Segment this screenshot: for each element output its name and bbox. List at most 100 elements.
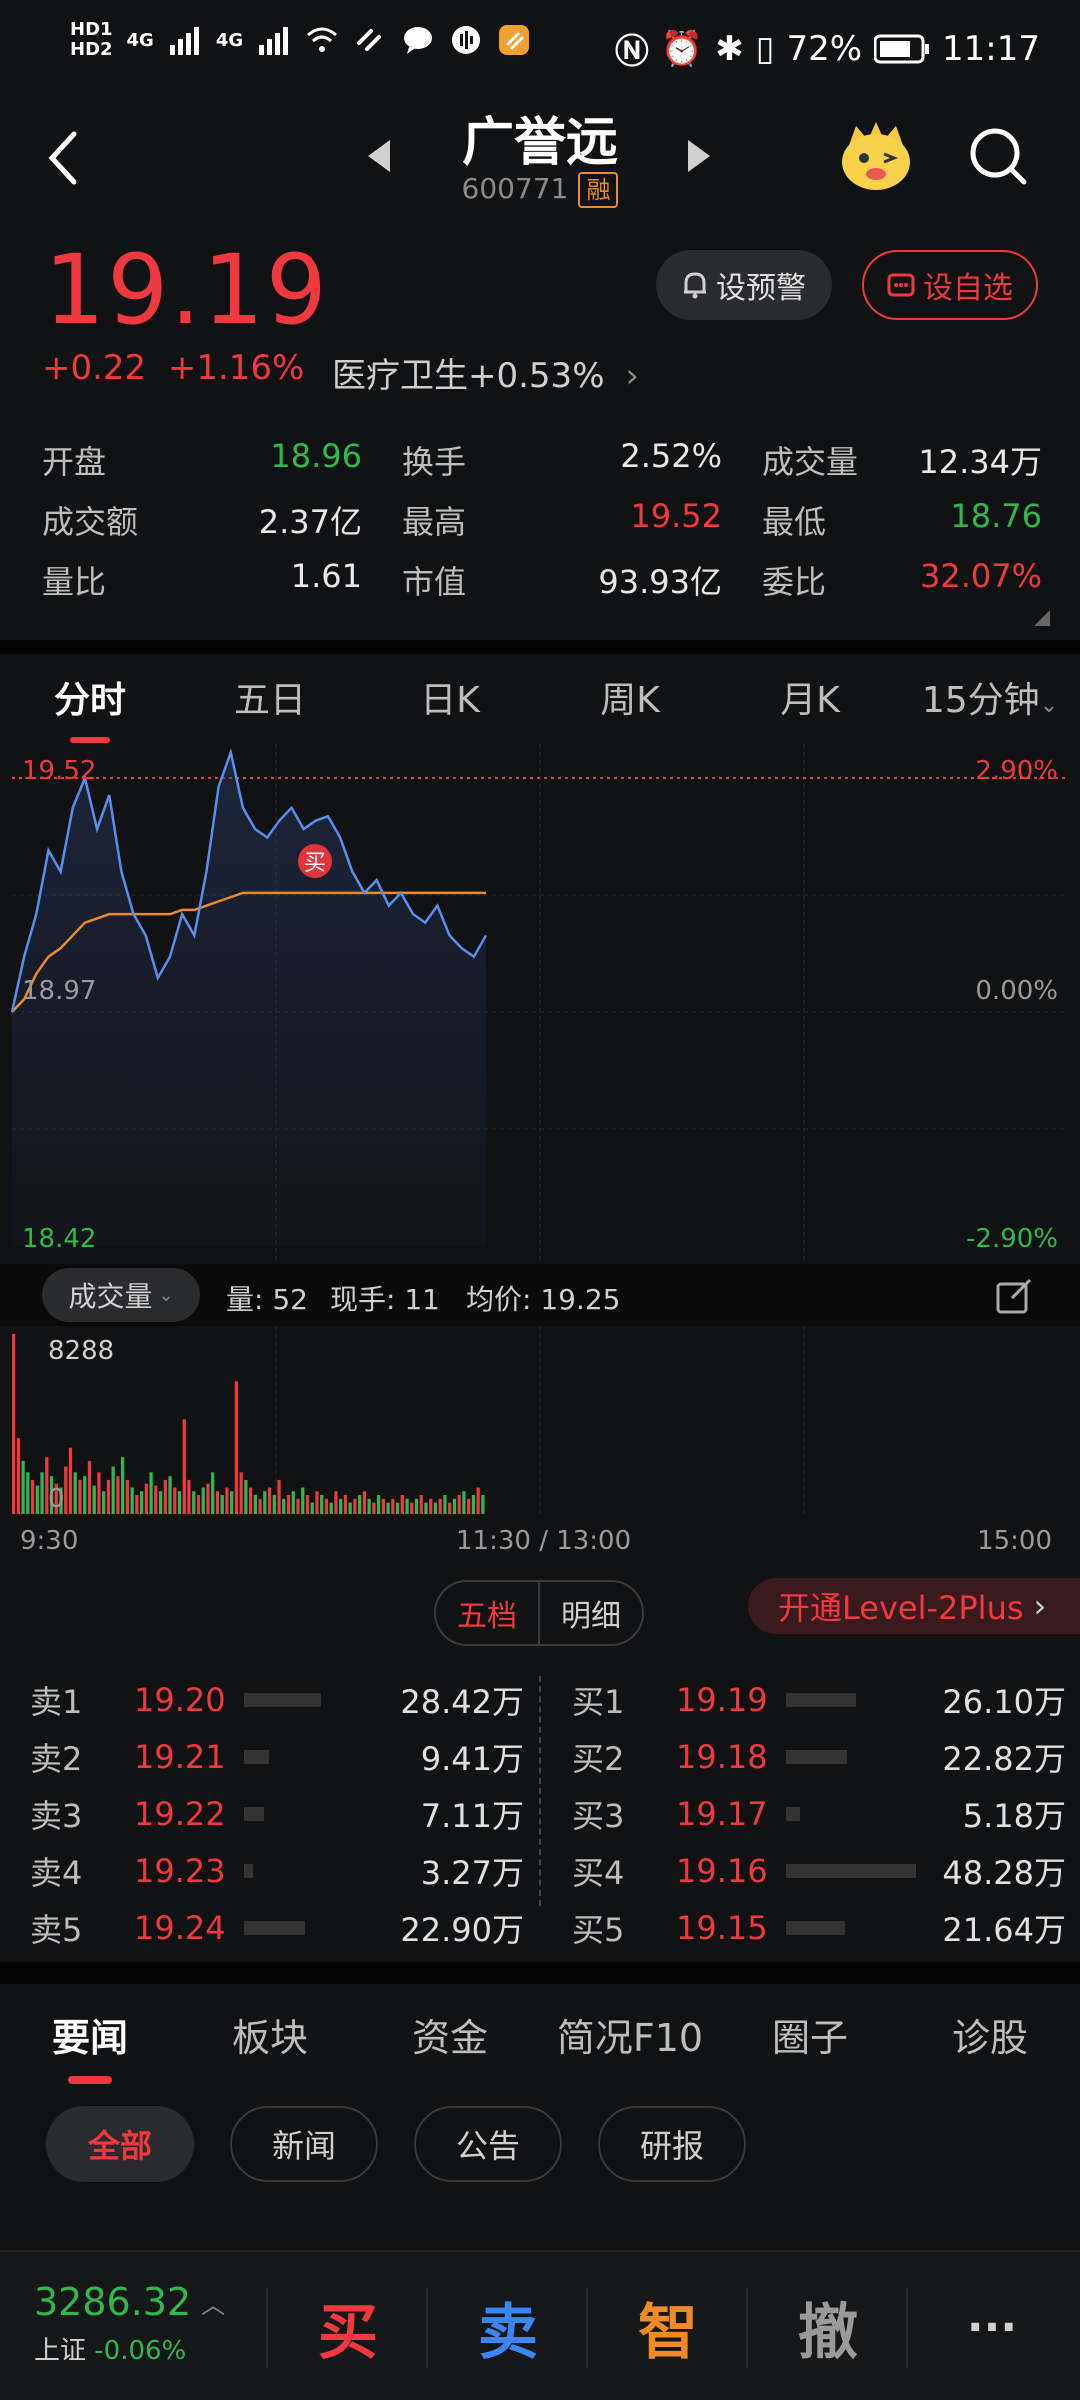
tab-5[interactable]: 15分钟⌄ (900, 671, 1080, 723)
indicator-selector[interactable]: 成交量 ⌄ (42, 1268, 200, 1322)
news-tab-5[interactable]: 诊股 (900, 2007, 1080, 2062)
sell-level-row[interactable]: 卖1 19.20 28.42万 (30, 1672, 530, 1728)
buy-level-row[interactable]: 买2 19.18 22.82万 (572, 1729, 1072, 1785)
volume-bar (457, 1495, 461, 1514)
buy-level-row[interactable]: 买3 19.17 5.18万 (572, 1786, 1072, 1842)
add-watchlist-button[interactable]: 设自选 (862, 250, 1038, 320)
volume-bar (367, 1498, 371, 1514)
price-high-label: 19.52 (22, 756, 97, 786)
sell-level-row[interactable]: 卖4 19.23 3.27万 (30, 1843, 530, 1899)
volume-bar (87, 1460, 92, 1514)
smart-button-label: 智 (638, 2297, 698, 2368)
orderbook-center-divider (539, 1676, 541, 1906)
stat-row: 开盘 18.96 换手 2.52% 成交量 12.34万 (42, 430, 1042, 490)
volume-bar (471, 1495, 476, 1514)
volume-bar (187, 1479, 191, 1514)
volume-toolbar: 成交量 ⌄ 量: 52 现手: 11 均价: 19.25 (0, 1264, 1080, 1326)
level-volume-bar (244, 1864, 253, 1878)
stock-name: 广誉远 (461, 113, 618, 173)
search-icon[interactable] (968, 126, 1028, 186)
volume-bar (329, 1502, 333, 1514)
volume-bar (30, 1479, 35, 1514)
buy-level-row[interactable]: 买5 19.15 21.64万 (572, 1900, 1072, 1956)
news-filter-chip-3[interactable]: 研报 (598, 2106, 747, 2182)
stat-cell: 成交量 12.34万 (762, 437, 1042, 483)
indicator-selector-label: 成交量 (68, 1280, 153, 1313)
level-volume-bar (244, 1921, 305, 1935)
news-tab-3[interactable]: 简况F10 (540, 2007, 720, 2062)
volume-zero-label: 0 (48, 1484, 65, 1514)
next-stock-icon[interactable] (686, 138, 712, 174)
news-tab-1[interactable]: 板块 (180, 2007, 360, 2062)
tab-1[interactable]: 五日 (180, 671, 360, 723)
cancel-order-button[interactable]: 撤 (748, 2252, 908, 2400)
news-tab-4[interactable]: 圈子 (720, 2007, 900, 2062)
level-label: 买1 (572, 1683, 625, 1721)
level-price: 19.20 (134, 1681, 226, 1719)
signal-4g-1: 4G (126, 29, 154, 51)
stat-cell: 最高 19.52 (402, 497, 762, 543)
tab-label: 分时 (53, 680, 126, 721)
volume-bar (400, 1495, 404, 1514)
level-price: 19.23 (134, 1852, 226, 1890)
sector-link[interactable]: 医疗卫生+0.53% › (332, 348, 639, 397)
sell-level-row[interactable]: 卖3 19.22 7.11万 (30, 1786, 530, 1842)
level-volume-bar (786, 1864, 916, 1878)
stock-code-row: 600771 融 (0, 172, 1080, 208)
bottom-trade-bar: 3286.32 ︿ 上证 -0.06% 买 卖 智 撤 ··· (0, 2250, 1080, 2400)
news-filter-chip-0[interactable]: 全部 (46, 2106, 195, 2182)
volume-bar (139, 1491, 144, 1514)
news-tab-2[interactable]: 资金 (360, 2007, 540, 2062)
tab-five-level[interactable]: 五档 (436, 1582, 540, 1644)
volume-bar (424, 1502, 428, 1514)
time-mid: 11:30 / 13:00 (456, 1526, 632, 1556)
volume-bar (135, 1495, 139, 1514)
news-tab-0[interactable]: 要闻 (0, 2007, 180, 2084)
battery-percent: 72% (786, 28, 863, 69)
buy-marker[interactable]: 买 (298, 844, 332, 878)
last-price: 19.19 (44, 234, 329, 346)
news-filter-chip-1[interactable]: 新闻 (230, 2106, 379, 2182)
level-price: 19.16 (676, 1852, 768, 1890)
level-volume: 22.82万 (942, 1740, 1066, 1778)
volume-bar (334, 1491, 338, 1514)
tab-detail[interactable]: 明细 (540, 1582, 642, 1644)
edit-icon[interactable] (996, 1278, 1032, 1314)
separator (906, 2288, 908, 2368)
hd2-indicator: HD2 (70, 39, 113, 60)
volume-bar (239, 1472, 243, 1514)
volume-liang: 量: 52 (226, 1283, 308, 1316)
buy-level-row[interactable]: 买4 19.16 48.28万 (572, 1843, 1072, 1899)
expand-corner-icon[interactable] (1034, 610, 1050, 626)
tab-3[interactable]: 周K (540, 671, 720, 723)
mascot-icon[interactable] (836, 118, 916, 194)
alarm-icon: ⏰ (660, 28, 704, 69)
stat-cell: 委比 32.07% (762, 557, 1042, 603)
sell-level-row[interactable]: 卖5 19.24 22.90万 (30, 1900, 530, 1956)
volume-bar (419, 1495, 423, 1514)
stat-row: 成交额 2.37亿 最高 19.52 最低 18.76 (42, 490, 1042, 550)
sell-button[interactable]: 卖 (428, 2252, 588, 2400)
index-ticker[interactable]: 3286.32 ︿ 上证 -0.06% (34, 2280, 254, 2367)
level-volume: 48.28万 (942, 1854, 1066, 1892)
smart-button[interactable]: 智 (588, 2252, 748, 2400)
more-button[interactable]: ··· (912, 2252, 1072, 2400)
level-label: 买2 (572, 1740, 625, 1778)
buy-button[interactable]: 买 (268, 2252, 428, 2400)
hd1-indicator: HD1 (70, 19, 113, 40)
volume-bar (272, 1495, 276, 1514)
level-volume-bar (244, 1807, 264, 1821)
volume-bar (310, 1502, 314, 1514)
sector-name: 医疗卫生 (332, 356, 468, 396)
intraday-chart[interactable]: 19.52 2.90% 18.97 0.00% 18.42 -2.90% 买 (0, 744, 1080, 1264)
stat-label: 市值 (402, 563, 467, 601)
tab-4[interactable]: 月K (720, 671, 900, 723)
news-filter-chip-2[interactable]: 公告 (414, 2106, 563, 2182)
buy-level-row[interactable]: 买1 19.19 26.10万 (572, 1672, 1072, 1728)
tab-2[interactable]: 日K (360, 671, 540, 723)
level2-promo-button[interactable]: 开通Level-2Plus › (748, 1578, 1080, 1634)
sell-level-row[interactable]: 卖2 19.21 9.41万 (30, 1729, 530, 1785)
tab-0[interactable]: 分时 (0, 671, 180, 743)
set-alert-button[interactable]: 设预警 (656, 250, 832, 320)
level-bar-track (786, 1807, 916, 1821)
